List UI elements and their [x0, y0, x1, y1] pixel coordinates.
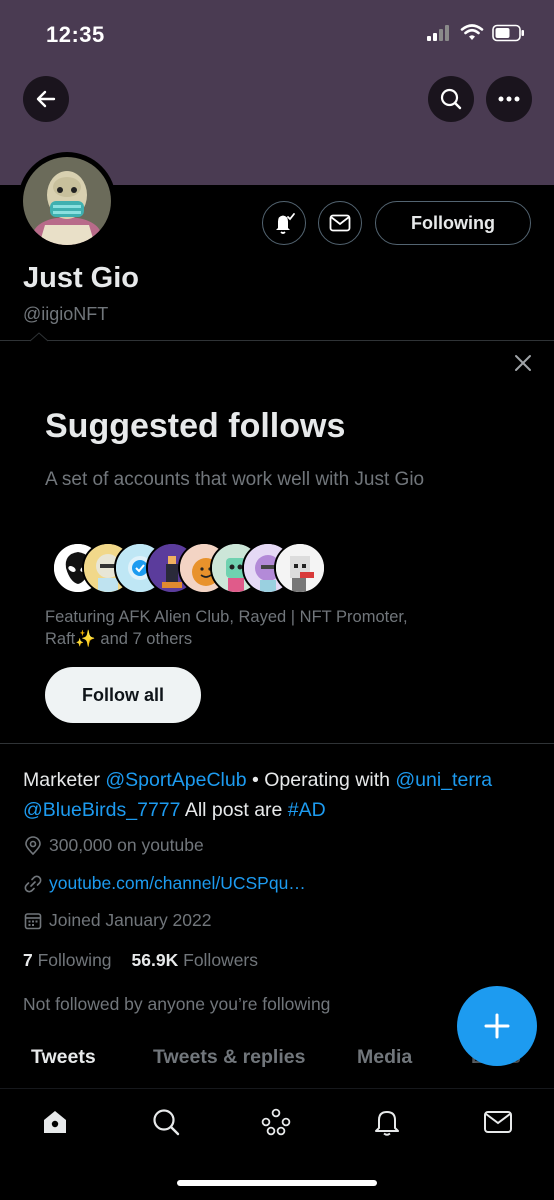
website-link[interactable]: youtube.com/channel/UCSPqu… — [49, 873, 306, 894]
mail-icon — [484, 1111, 512, 1133]
link-icon — [24, 875, 42, 892]
home-indicator — [177, 1180, 377, 1186]
status-icons — [426, 24, 526, 42]
pointer-caret — [30, 332, 48, 342]
wifi-icon — [460, 24, 484, 40]
joined-row: Joined January 2022 — [23, 910, 211, 931]
search-icon — [440, 88, 462, 110]
search-icon — [153, 1109, 180, 1136]
profile-handle: @iigioNFT — [23, 304, 109, 324]
featuring-line-2: Raft✨ and 7 others — [45, 628, 485, 650]
profile-name: Just Gio — [23, 262, 140, 294]
follow-counts: 7 Following 56.9K Followers — [23, 950, 258, 971]
suggested-follows-subtitle: A set of accounts that work well with Ju… — [45, 469, 425, 490]
follow-all-button[interactable]: Follow all — [45, 667, 201, 723]
profile-bio: Marketer @SportApeClub • Operating with … — [23, 765, 543, 825]
close-icon — [515, 355, 531, 371]
sparkles-emoji: ✨ — [75, 630, 96, 648]
plus-icon — [484, 1013, 510, 1039]
notifications-icon — [375, 1111, 399, 1136]
nav-messages[interactable] — [481, 1105, 515, 1139]
bio-text: All post are — [180, 799, 288, 821]
nav-notifications[interactable] — [370, 1105, 404, 1139]
status-bar: 12:35 — [0, 0, 554, 70]
followers-count: 56.9K — [131, 950, 179, 970]
followers-count-link[interactable]: 56.9K Followers — [132, 950, 258, 971]
mention-link[interactable]: @uni_terra — [395, 769, 492, 791]
suggested-avatar — [274, 542, 326, 594]
joined-text: Joined January 2022 — [49, 910, 212, 930]
more-icon — [498, 96, 520, 102]
featuring-text: Featuring AFK Alien Club, Rayed | NFT Pr… — [45, 606, 485, 650]
bio-text: • Operating with — [246, 769, 396, 791]
bell-check-icon — [276, 213, 295, 234]
followers-count-label: Followers — [183, 950, 259, 970]
nav-spaces[interactable] — [259, 1105, 293, 1139]
following-count: 7 — [23, 950, 33, 970]
message-button[interactable] — [318, 201, 362, 245]
profile-avatar[interactable] — [18, 152, 116, 250]
location-icon — [25, 835, 41, 855]
calendar-icon — [24, 912, 42, 929]
tab-tweets[interactable]: Tweets — [31, 1046, 96, 1069]
divider — [0, 743, 554, 744]
dismiss-suggestions-button[interactable] — [512, 352, 534, 374]
following-count-label: Following — [37, 950, 112, 970]
compose-tweet-button[interactable] — [457, 986, 537, 1066]
back-button[interactable] — [23, 76, 69, 122]
tab-media[interactable]: Media — [357, 1046, 412, 1069]
search-button[interactable] — [428, 76, 474, 122]
tab-tweets-replies[interactable]: Tweets & replies — [153, 1046, 305, 1069]
featuring-name-raft: Raft — [45, 630, 76, 648]
nav-home[interactable] — [38, 1105, 72, 1139]
divider — [0, 340, 554, 341]
mention-link[interactable]: @BlueBirds_7777 — [23, 799, 180, 821]
suggested-follows-title: Suggested follows — [45, 407, 346, 445]
ape-avatar-image — [23, 157, 111, 245]
more-button[interactable] — [486, 76, 532, 122]
status-time: 12:35 — [46, 22, 105, 47]
spaces-icon — [261, 1108, 291, 1136]
location-row: 300,000 on youtube — [23, 835, 204, 856]
pixel-avatar-image — [276, 544, 324, 592]
following-count-link[interactable]: 7 Following — [23, 950, 112, 971]
signal-icon — [427, 25, 449, 41]
bio-text: Marketer — [23, 769, 106, 791]
featuring-line-1: Featuring AFK Alien Club, Rayed | NFT Pr… — [45, 608, 408, 626]
nav-search[interactable] — [149, 1105, 183, 1139]
home-icon — [44, 1111, 66, 1133]
location-text: 300,000 on youtube — [49, 835, 204, 855]
featuring-others: and 7 others — [95, 630, 193, 648]
following-button[interactable]: Following — [375, 201, 531, 245]
battery-icon — [492, 24, 524, 42]
mail-icon — [329, 214, 351, 232]
mention-link[interactable]: @SportApeClub — [105, 769, 246, 791]
website-row: youtube.com/channel/UCSPqu… — [23, 873, 306, 894]
hashtag-link[interactable]: #AD — [288, 799, 326, 821]
back-arrow-icon — [36, 90, 56, 108]
notification-toggle-button[interactable] — [262, 201, 306, 245]
not-followed-text: Not followed by anyone you’re following — [23, 994, 331, 1014]
